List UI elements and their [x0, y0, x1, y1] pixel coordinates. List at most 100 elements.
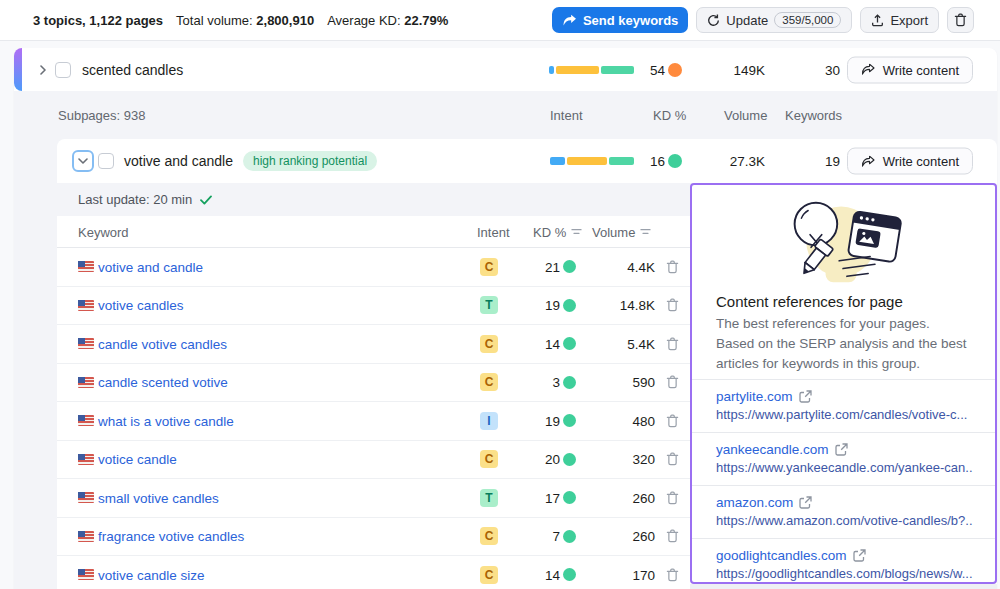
us-flag-icon	[78, 415, 94, 426]
col-intent: Intent	[550, 108, 583, 123]
intent-badge: C	[480, 335, 498, 353]
volume-value: 480	[632, 413, 655, 428]
topic-checkbox[interactable]	[55, 62, 71, 78]
panel-bottom-gap	[690, 584, 997, 589]
intent-bar-segment	[550, 157, 565, 165]
keyword-link[interactable]: candle votive candles	[98, 336, 227, 351]
reference-domain-link[interactable]: goodlightcandles.com	[716, 547, 866, 564]
kd-value: 19	[545, 413, 560, 428]
col-volume-sortable[interactable]: Volume	[592, 224, 651, 239]
us-flag-icon	[78, 300, 94, 311]
intent-bar-segment	[601, 66, 634, 74]
keyword-link[interactable]: small votive candles	[98, 490, 219, 505]
intent-bar-segment	[567, 157, 607, 165]
group-row-votive-and-candle[interactable]: votive and candle high ranking potential…	[57, 139, 997, 183]
refresh-icon	[707, 14, 720, 27]
group-checkbox[interactable]	[98, 153, 114, 169]
keyword-table: votive and candle C 21 4.4K votive candl…	[57, 248, 692, 589]
trash-icon	[666, 298, 679, 312]
write-content-button[interactable]: Write content	[847, 148, 973, 175]
reference-domain-link[interactable]: partylite.com	[716, 388, 812, 405]
us-flag-icon	[78, 454, 94, 465]
keyword-link[interactable]: votive candles	[98, 298, 184, 313]
reference-url[interactable]: https://www.amazon.com/votive-candles/b?…	[716, 513, 973, 529]
reference-links: partylite.com https://www.partylite.com/…	[692, 379, 995, 584]
intent-bar-segment	[609, 157, 634, 165]
kd-value: 3	[552, 375, 560, 390]
reference-domain-link[interactable]: yankeecandle.com	[716, 441, 848, 458]
average-kd: Average KD: 22.79%	[327, 13, 448, 28]
reference-item: amazon.com https://www.amazon.com/votive…	[692, 485, 995, 538]
col-volume: Volume	[724, 108, 767, 123]
delete-keyword-button[interactable]	[666, 491, 679, 505]
delete-keyword-button[interactable]	[666, 568, 679, 582]
write-content-button[interactable]: Write content	[847, 56, 973, 83]
chevron-right-icon[interactable]	[38, 65, 48, 75]
topic-accent-bar	[14, 48, 22, 91]
delete-keyword-button[interactable]	[666, 529, 679, 543]
group-kd-value: 16	[650, 154, 665, 169]
group-keywords-count: 19	[825, 154, 840, 169]
trash-icon	[954, 13, 967, 27]
chevron-down-icon	[78, 158, 88, 165]
kd-value: 17	[545, 490, 560, 505]
volume-value: 260	[632, 490, 655, 505]
kd-dot	[563, 491, 576, 504]
col-kd-sortable[interactable]: KD %	[533, 224, 582, 239]
kd-value: 19	[545, 298, 560, 313]
total-volume: Total volume: 2,800,910	[176, 13, 314, 28]
intent-badge: I	[480, 412, 498, 430]
trash-icon	[666, 568, 679, 582]
intent-badge: C	[480, 450, 498, 468]
group-kd-dot	[668, 154, 682, 168]
table-row: fragrance votive candles C 7 260	[57, 518, 692, 557]
topic-volume: 149K	[733, 62, 765, 77]
reference-url[interactable]: https://www.partylite.com/candles/votive…	[716, 407, 973, 423]
volume-value: 320	[632, 452, 655, 467]
collapse-toggle[interactable]	[72, 150, 94, 172]
sort-icon	[571, 228, 582, 236]
trash-icon	[666, 375, 679, 389]
external-link-icon	[835, 443, 848, 456]
trash-icon	[666, 452, 679, 466]
subpages-header: Subpages: 938 Intent KD % Volume Keyword…	[14, 91, 997, 139]
keyword-link[interactable]: votive candle size	[98, 567, 205, 582]
send-keywords-button[interactable]: Send keywords	[552, 7, 688, 33]
keyword-link[interactable]: votice candle	[98, 452, 177, 467]
reference-url[interactable]: https://goodlightcandles.com/blogs/news/…	[716, 566, 973, 582]
delete-keyword-button[interactable]	[666, 452, 679, 466]
delete-keyword-button[interactable]	[666, 298, 679, 312]
trash-icon	[666, 414, 679, 428]
send-arrow-icon	[562, 14, 577, 27]
intent-badge: C	[480, 527, 498, 545]
reference-url[interactable]: https://www.yankeecandle.com/yankee-can.…	[716, 460, 973, 476]
topic-name: scented candles	[82, 62, 183, 78]
export-button[interactable]: Export	[860, 7, 939, 33]
keyword-link[interactable]: votive and candle	[98, 259, 203, 274]
table-row: votive candle size C 14 170	[57, 556, 692, 589]
content-references-panel: Content references for page The best ref…	[690, 183, 997, 584]
keyword-link[interactable]: what is a votive candle	[98, 413, 234, 428]
delete-button[interactable]	[947, 7, 974, 33]
delete-keyword-button[interactable]	[666, 375, 679, 389]
us-flag-icon	[78, 492, 94, 503]
write-arrow-icon	[861, 155, 875, 167]
reference-item: goodlightcandles.com https://goodlightca…	[692, 538, 995, 584]
keyword-link[interactable]: fragrance votive candles	[98, 529, 244, 544]
keyword-link[interactable]: candle scented votive	[98, 375, 228, 390]
update-button[interactable]: Update 359/5,000	[696, 7, 852, 33]
toolbar: 3 topics, 1,122 pages Total volume: 2,80…	[0, 0, 1000, 41]
topic-card: scented candles 54 149K 30 Write content…	[14, 48, 997, 589]
reference-domain-link[interactable]: amazon.com	[716, 494, 812, 511]
topic-intent-bar	[549, 66, 634, 74]
delete-keyword-button[interactable]	[666, 260, 679, 274]
us-flag-icon	[78, 377, 94, 388]
kd-dot	[563, 260, 576, 273]
topic-row-scented-candles[interactable]: scented candles 54 149K 30 Write content	[14, 48, 997, 91]
write-arrow-icon	[861, 64, 875, 76]
delete-keyword-button[interactable]	[666, 414, 679, 428]
group-intent-bar	[550, 157, 634, 165]
delete-keyword-button[interactable]	[666, 337, 679, 351]
intent-badge: C	[480, 258, 498, 276]
us-flag-icon	[78, 338, 94, 349]
